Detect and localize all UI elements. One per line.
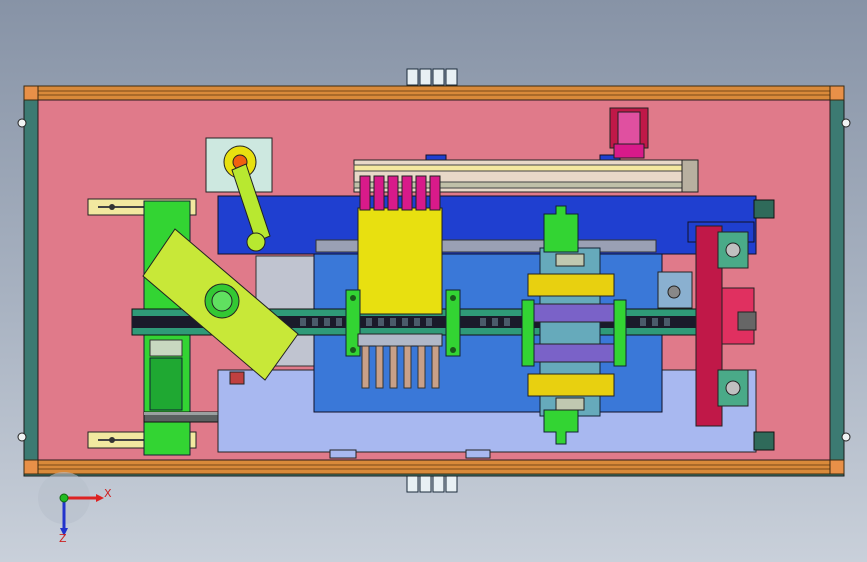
bottom-connector-blocks <box>406 475 458 493</box>
axis-triad: X Z <box>38 472 112 545</box>
cad-viewport[interactable]: X Z <box>0 0 867 562</box>
right-green-bar[interactable] <box>445 289 461 357</box>
green-cylinder[interactable] <box>149 357 183 411</box>
top-connector-blocks <box>406 68 458 86</box>
top-motor[interactable] <box>609 107 649 159</box>
z-axis-label: Z <box>59 532 67 545</box>
x-axis-label: X <box>104 487 112 500</box>
bottom-frame-rail <box>23 459 845 475</box>
top-frame-rail <box>23 85 845 101</box>
